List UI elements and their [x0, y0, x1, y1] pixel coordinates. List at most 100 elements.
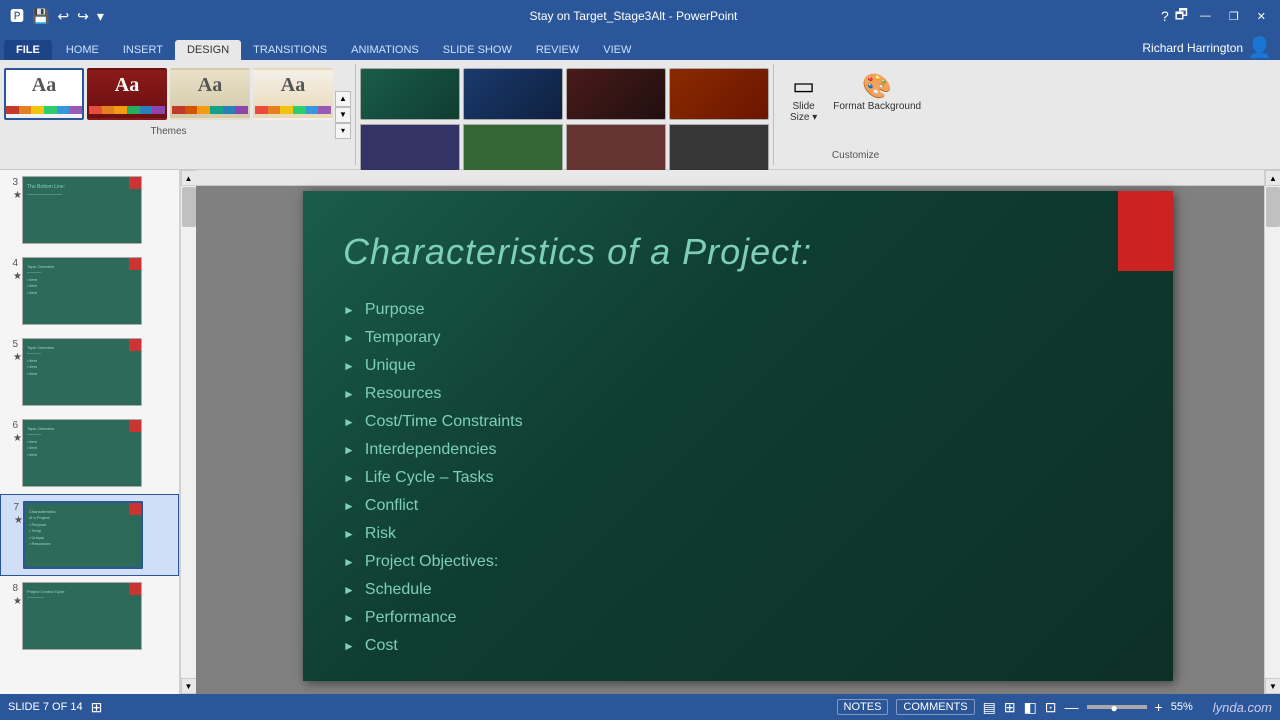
status-bar: SLIDE 7 OF 14 ⊞ NOTES COMMENTS ▤ ⊞ ◧ ⊡ —…: [0, 694, 1280, 720]
variant-4[interactable]: [669, 68, 769, 120]
bullet-text-10: Project Objectives:: [365, 553, 498, 571]
slide-title: Characteristics of a Project:: [343, 231, 812, 273]
variant-3[interactable]: [566, 68, 666, 120]
variants-section: Variants: [356, 64, 774, 165]
zoom-percent[interactable]: 55%: [1171, 701, 1193, 713]
slide-item-5[interactable]: 5 ★ Topic Overview─────• item• item• ite…: [0, 332, 179, 413]
slide-red-corner-3: [129, 177, 141, 189]
powerpoint-icon[interactable]: 🅿: [8, 4, 26, 28]
ribbon-display-icon[interactable]: 🗗: [1175, 4, 1188, 28]
bullet-conflict: ► Conflict: [343, 497, 523, 515]
bullet-lifecycle: ► Life Cycle – Tasks: [343, 469, 523, 487]
tab-review[interactable]: REVIEW: [524, 40, 591, 60]
variant-8[interactable]: [669, 124, 769, 176]
bullet-arrow-3: ►: [343, 359, 355, 373]
slide-item-4[interactable]: 4 ★ Topic Overview─────• item• item• ite…: [0, 251, 179, 332]
editor-scroll-up[interactable]: ▲: [1265, 170, 1280, 186]
redo-icon[interactable]: ↪: [75, 6, 91, 27]
view-present-icon[interactable]: ⊡: [1045, 699, 1057, 716]
panel-scroll-thumb[interactable]: [182, 187, 196, 227]
slide-red-corner-6: [129, 420, 141, 432]
bullet-arrow-11: ►: [343, 583, 355, 597]
save-icon[interactable]: 💾: [30, 6, 51, 27]
themes-label: Themes: [150, 126, 186, 137]
main-slide[interactable]: Characteristics of a Project: ► Purpose …: [303, 191, 1173, 681]
theme-2[interactable]: Aa: [87, 68, 167, 120]
slide-red-corner-7: [129, 503, 141, 515]
window-title: Stay on Target_Stage3Alt - PowerPoint: [106, 9, 1161, 23]
bullet-performance: ► Performance: [343, 609, 523, 627]
comments-button[interactable]: COMMENTS: [896, 699, 974, 715]
bullet-arrow-5: ►: [343, 415, 355, 429]
tab-view[interactable]: VIEW: [591, 40, 643, 60]
bullet-arrow-10: ►: [343, 555, 355, 569]
tab-animations[interactable]: ANIMATIONS: [339, 40, 431, 60]
fit-slide-icon[interactable]: ⊞: [91, 699, 103, 716]
variant-2[interactable]: [463, 68, 563, 120]
themes-row: Aa Aa: [4, 68, 333, 120]
tab-transitions[interactable]: TRANSITIONS: [241, 40, 339, 60]
view-grid-icon[interactable]: ⊞: [1004, 699, 1016, 716]
window-controls: ? 🗗 — ❐ ✕: [1161, 4, 1272, 28]
variant-6[interactable]: [463, 124, 563, 176]
slide-star-5: ★: [13, 352, 22, 363]
user-avatar[interactable]: 👤: [1247, 35, 1272, 60]
variant-1[interactable]: [360, 68, 460, 120]
tab-insert[interactable]: INSERT: [111, 40, 175, 60]
customize-buttons: ▭ SlideSize ▾ 🎨 Format Background: [786, 68, 925, 127]
tab-slideshow[interactable]: SLIDE SHOW: [431, 40, 524, 60]
view-normal-icon[interactable]: ▤: [983, 699, 996, 716]
editor-scroll-thumb[interactable]: [1266, 187, 1280, 227]
bullet-text-3: Unique: [365, 357, 416, 375]
slide-item-3[interactable]: 3 ★ The Bottom Line:──────────: [0, 170, 179, 251]
tab-file[interactable]: FILE: [4, 40, 52, 60]
customize-qat-icon[interactable]: ▾: [95, 6, 106, 27]
zoom-in-icon[interactable]: +: [1155, 699, 1163, 715]
format-background-button[interactable]: 🎨 Format Background: [829, 68, 925, 127]
zoom-slider[interactable]: ●: [1087, 705, 1147, 709]
themes-scroll-more[interactable]: ▾: [335, 123, 351, 139]
ruler-area: [196, 170, 1264, 186]
themes-scroll-down[interactable]: ▼: [335, 107, 351, 123]
user-name[interactable]: Richard Harrington: [1142, 41, 1243, 55]
theme-4[interactable]: Aa: [253, 68, 333, 120]
bullet-text-12: Performance: [365, 609, 457, 627]
user-area: Richard Harrington 👤: [1134, 35, 1280, 60]
help-icon[interactable]: ?: [1161, 8, 1169, 24]
undo-icon[interactable]: ↩: [55, 6, 71, 27]
theme-3[interactable]: Aa: [170, 68, 250, 120]
bullet-schedule: ► Schedule: [343, 581, 523, 599]
bullet-resources: ► Resources: [343, 385, 523, 403]
slide-item-8[interactable]: 8 ★ Project Control Cycle──────: [0, 576, 179, 657]
theme-1[interactable]: Aa: [4, 68, 84, 120]
themes-scroll-up[interactable]: ▲: [335, 91, 351, 107]
tab-design[interactable]: DESIGN: [175, 40, 241, 60]
main-area: 3 ★ The Bottom Line:────────── 4 ★ Topic…: [0, 170, 1280, 694]
restore-button[interactable]: ❐: [1223, 8, 1245, 25]
panel-scroll-down[interactable]: ▼: [181, 678, 197, 694]
panel-scroll-up[interactable]: ▲: [181, 170, 197, 186]
slide-thumb-3: The Bottom Line:──────────: [22, 176, 142, 244]
variant-5[interactable]: [360, 124, 460, 176]
slide-red-corner-5: [129, 339, 141, 351]
ribbon-tabs: FILE HOME INSERT DESIGN TRANSITIONS ANIM…: [0, 32, 1280, 60]
tab-home[interactable]: HOME: [54, 40, 111, 60]
bullet-arrow-1: ►: [343, 303, 355, 317]
format-background-label: Format Background: [833, 101, 921, 112]
bullet-arrow-4: ►: [343, 387, 355, 401]
slide-item-6[interactable]: 6 ★ Topic Overview─────• item• item• ite…: [0, 413, 179, 494]
view-reading-icon[interactable]: ◧: [1024, 699, 1037, 716]
slide-item-7[interactable]: 7 ★ Characteristicsof a Project:• Purpos…: [0, 494, 179, 576]
quick-access-toolbar: 🅿 💾 ↩ ↪ ▾: [8, 4, 106, 28]
bullet-arrow-6: ►: [343, 443, 355, 457]
notes-button[interactable]: NOTES: [837, 699, 889, 715]
bullet-text-1: Purpose: [365, 301, 425, 319]
slide-thumb-7: Characteristicsof a Project:• Purpose• T…: [23, 501, 143, 569]
editor-scroll-down[interactable]: ▼: [1265, 678, 1280, 694]
minimize-button[interactable]: —: [1194, 8, 1217, 24]
status-right: NOTES COMMENTS ▤ ⊞ ◧ ⊡ — ● + 55% lynda.c…: [837, 699, 1272, 716]
close-button[interactable]: ✕: [1251, 8, 1272, 25]
zoom-out-icon[interactable]: —: [1065, 699, 1079, 715]
variant-7[interactable]: [566, 124, 666, 176]
slide-size-button[interactable]: ▭ SlideSize ▾: [786, 68, 821, 127]
